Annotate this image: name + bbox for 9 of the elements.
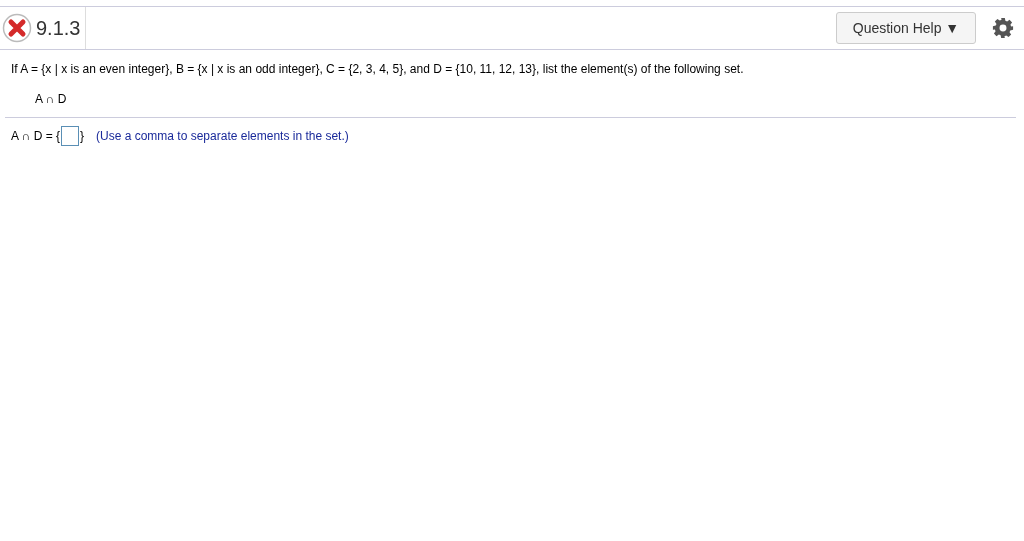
answer-hint: (Use a comma to separate elements in the set.) [96,129,349,143]
closing-brace: } [80,129,84,143]
question-text: If A = {x | x is an even integer}, B = {x | x is an odd integer}, C = {2, 3, 4, 5}, and D = {10, 11, 12, 13}, list the element(s) of the following set. [11,62,745,76]
question-help-button[interactable]: Question Help ▼ [836,12,976,44]
answer-label: A ∩ D = { [11,129,60,143]
question-number: 9.1.3 [36,16,81,40]
set-expression: A ∩ D [35,92,68,106]
settings-icon[interactable] [992,17,1014,39]
answer-field[interactable] [61,126,79,146]
